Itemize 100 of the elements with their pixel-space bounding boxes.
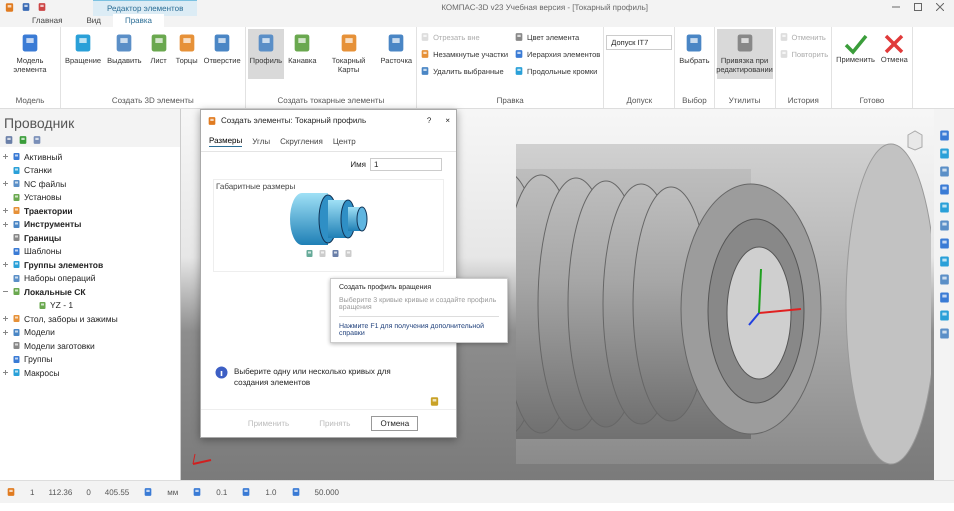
tree-item[interactable]: Станки <box>24 165 52 176</box>
expand-icon[interactable] <box>2 328 9 336</box>
tree-item[interactable]: Локальные СК <box>24 286 86 297</box>
tool-icon <box>330 249 340 258</box>
ribbon-tab[interactable]: Правка <box>112 14 164 27</box>
app-logo-icon <box>207 116 217 126</box>
tree-item[interactable]: Установы <box>24 192 62 202</box>
tool-icon <box>318 249 326 258</box>
dialog-tab[interactable]: Скругления <box>280 135 323 148</box>
group-label: Создать 3D элементы <box>110 96 195 107</box>
tree-item[interactable]: Шаблоны <box>24 246 62 256</box>
folder-icon <box>12 246 21 256</box>
view-tool-icon <box>938 309 950 322</box>
tree-item[interactable]: Макросы <box>24 368 60 378</box>
tool-icon <box>304 249 314 258</box>
view-tool-icon <box>938 255 950 268</box>
group-label: Модель <box>14 96 46 107</box>
expand-icon[interactable] <box>2 180 9 188</box>
expand-icon[interactable] <box>2 315 9 322</box>
group-label: Утилиты <box>728 96 762 107</box>
maximize-icon[interactable] <box>914 3 922 11</box>
status-text: 50.000 <box>314 488 339 496</box>
expand-icon[interactable] <box>2 153 9 160</box>
tree-item[interactable]: NC файлы <box>24 178 66 189</box>
info-icon <box>215 366 228 379</box>
status-text: 0 <box>86 488 91 496</box>
tree-item[interactable]: Активный <box>24 152 62 162</box>
view-tool-icon <box>938 273 950 286</box>
tree-item[interactable]: YZ - 1 <box>50 300 74 310</box>
tool-icon <box>420 49 430 59</box>
view-tool-icon <box>938 291 950 304</box>
view-tool-icon <box>938 219 950 232</box>
group-label: История <box>786 96 820 107</box>
tool-icon <box>514 49 524 59</box>
view-tool-icon <box>938 147 950 160</box>
view-tool-icon <box>938 201 950 214</box>
expand-icon[interactable] <box>2 220 9 228</box>
folder-icon <box>12 166 21 175</box>
status-text: 0.1 <box>216 488 228 496</box>
dialog-button[interactable]: Отмена <box>371 416 418 431</box>
group-label: Готово <box>858 96 886 107</box>
panel-title: Проводник <box>0 109 180 133</box>
status-text: 112.36 <box>48 488 72 496</box>
info-text: Выберите одну или несколько кривых для создания элементов <box>234 366 392 388</box>
dialog-tab[interactable]: Центр <box>332 135 356 148</box>
folder-icon <box>12 287 21 296</box>
tool-icon <box>778 49 789 59</box>
tree-item[interactable]: Группы <box>24 354 52 364</box>
close-icon[interactable] <box>936 3 944 11</box>
expand-icon[interactable] <box>2 207 9 214</box>
folder-icon <box>12 206 21 216</box>
tool-icon <box>344 249 352 258</box>
view-cube-icon[interactable] <box>906 129 924 151</box>
folder-icon <box>12 260 21 270</box>
tool-icon <box>514 32 524 42</box>
tree-item[interactable]: Границы <box>24 232 62 243</box>
folder-icon <box>12 368 21 378</box>
ribbon-tab[interactable]: Вид <box>74 14 113 27</box>
folder-icon <box>12 314 21 324</box>
folder-icon <box>38 300 47 310</box>
folder-icon <box>12 341 21 350</box>
group-label: Правка <box>496 96 525 107</box>
dialog-tab[interactable]: Углы <box>252 135 270 148</box>
folder-icon <box>12 274 21 283</box>
tool-icon <box>420 32 430 42</box>
view-tool-icon <box>938 183 950 196</box>
tree-item[interactable]: Стол, заборы и зажимы <box>24 314 118 324</box>
dialog-title: Создать элементы: Токарный профиль <box>221 116 368 126</box>
folder-icon <box>12 179 21 188</box>
help-button[interactable]: ? <box>426 116 432 126</box>
tree-item[interactable]: Модели заготовки <box>24 340 95 351</box>
folder-icon <box>12 354 21 364</box>
name-label: Имя <box>350 160 366 170</box>
view-tool-icon <box>938 237 950 250</box>
folder-icon <box>12 192 21 202</box>
window-title: КОМПАС-3D v23 Учебная версия - [Токарный профиль] <box>440 2 649 12</box>
expand-icon[interactable] <box>2 369 9 376</box>
ribbon-tab[interactable]: Главная <box>20 14 74 27</box>
folder-icon <box>12 220 21 229</box>
close-button[interactable]: × <box>445 116 450 126</box>
tree-item[interactable]: Модели <box>24 327 55 338</box>
folder-icon <box>12 233 21 242</box>
tree-item[interactable]: Траектории <box>24 206 73 216</box>
status-text: 1.0 <box>265 488 276 496</box>
status-text: 1 <box>30 488 34 496</box>
tree-item[interactable]: Инструменты <box>24 219 82 230</box>
tree-item[interactable]: Группы элементов <box>24 260 104 270</box>
dialog-tab[interactable]: Размеры <box>209 135 242 148</box>
context-tab-title: Редактор элементов <box>93 0 198 16</box>
checkmark-icon <box>844 33 868 55</box>
group-label: Выбор <box>681 96 708 107</box>
tool-icon <box>778 32 789 42</box>
tree-item[interactable]: Наборы операций <box>24 273 96 284</box>
expand-icon[interactable] <box>2 261 9 268</box>
status-text: мм <box>167 488 178 496</box>
group-label: Создать токарные элементы <box>276 96 386 107</box>
tool-icon <box>420 66 430 76</box>
tool-icon <box>514 66 524 76</box>
name-field[interactable]: 1 <box>370 158 442 172</box>
folder-icon <box>12 328 21 337</box>
